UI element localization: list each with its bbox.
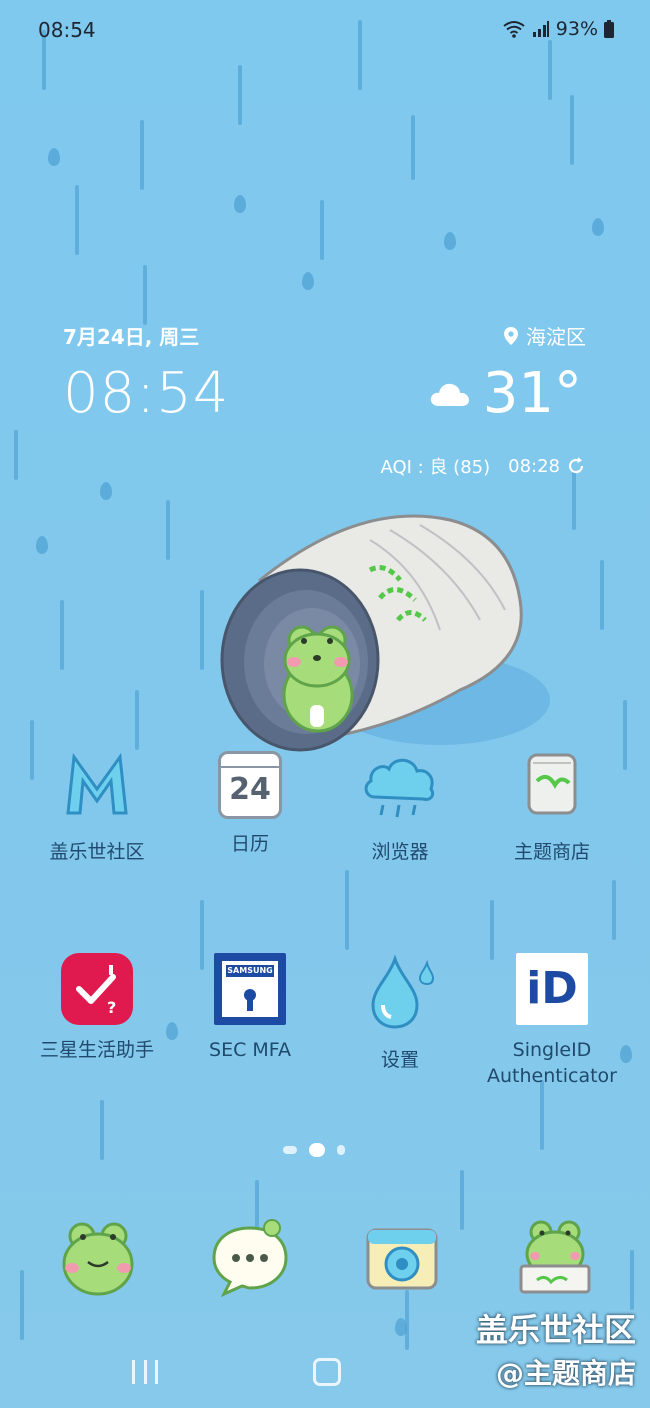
- app-browser[interactable]: 浏览器: [330, 745, 470, 865]
- cloud-browser-icon: [364, 758, 435, 818]
- frog-messages-icon[interactable]: [210, 1218, 290, 1298]
- recent-apps-button[interactable]: [132, 1360, 158, 1384]
- status-time: 08:54: [38, 18, 96, 42]
- cloud-icon: [430, 383, 469, 406]
- rain-streak: [600, 560, 604, 630]
- app-galaxy-community[interactable]: 盖乐世社区: [27, 745, 167, 865]
- raindrop: [234, 195, 246, 213]
- status-bar: 08:54 93%: [0, 0, 650, 60]
- svg-text:?: ?: [107, 998, 116, 1017]
- rain-streak: [623, 700, 627, 770]
- page-indicator[interactable]: [283, 1143, 345, 1157]
- community-m-icon: [66, 752, 128, 815]
- updated-time: 08:28: [508, 455, 560, 477]
- raindrop: [302, 272, 314, 290]
- rain-streak: [20, 1270, 24, 1340]
- raindrop: [48, 148, 60, 166]
- app-singleid-authenticator[interactable]: iD SingleID Authenticator: [482, 953, 622, 1089]
- app-label: 主题商店: [513, 841, 590, 863]
- widget-location[interactable]: 海淀区: [504, 321, 586, 350]
- watermark-subtitle: @主题商店: [495, 1357, 636, 1390]
- rain-streak: [540, 1080, 544, 1150]
- rain-streak: [200, 590, 204, 670]
- frog-drawing: [282, 625, 354, 733]
- rain-streak: [630, 1250, 634, 1310]
- rain-streak: [14, 430, 18, 480]
- rain-streak: [570, 95, 574, 165]
- brand-label: iD: [526, 963, 578, 1014]
- wifi-icon: [503, 21, 525, 38]
- app-label: SingleID Authenticator: [487, 1039, 617, 1087]
- app-label: 日历: [230, 833, 269, 855]
- frog-gallery-icon[interactable]: [515, 1218, 595, 1298]
- widget-clock[interactable]: 08:54: [63, 361, 229, 426]
- status-icons: 93%: [502, 18, 614, 40]
- raindrop: [444, 232, 456, 250]
- sec-mfa-icon: SAMSUNG: [214, 953, 286, 1025]
- app-label: SEC MFA: [209, 1039, 291, 1061]
- widget-aqi-row: AQI : 良 (85) 08:28: [380, 453, 586, 479]
- page-dot[interactable]: [337, 1145, 345, 1155]
- app-label: 盖乐世社区: [49, 841, 145, 863]
- water-drop-settings-icon: [371, 954, 435, 1029]
- home-button[interactable]: [313, 1358, 341, 1386]
- raindrop: [36, 536, 48, 554]
- calendar-icon: 24: [218, 751, 282, 819]
- theme-store-icon: [527, 753, 577, 815]
- location-pin-icon: [504, 326, 518, 345]
- rain-streak: [140, 120, 144, 190]
- calendar-day: 24: [229, 772, 271, 807]
- rain-streak: [490, 900, 494, 960]
- battery-icon: [604, 20, 614, 38]
- raindrop: [395, 1318, 407, 1336]
- rain-streak: [60, 600, 64, 670]
- camera-icon[interactable]: [362, 1218, 442, 1298]
- app-calendar[interactable]: 24 日历: [180, 745, 320, 857]
- rain-streak: [320, 200, 324, 260]
- battery-percent: 93%: [555, 18, 598, 40]
- rain-streak: [405, 1290, 409, 1350]
- rain-streak: [411, 115, 415, 180]
- location-label: 海淀区: [526, 325, 586, 349]
- rain-streak: [238, 65, 242, 125]
- app-label: 三星生活助手: [39, 1039, 154, 1061]
- widget-temperature[interactable]: 31°: [429, 361, 582, 426]
- app-sec-mfa[interactable]: SAMSUNG SEC MFA: [180, 953, 320, 1063]
- page-dot-current-frog[interactable]: [309, 1143, 325, 1157]
- app-samsung-assistant[interactable]: ? 三星生活助手: [27, 953, 167, 1063]
- rain-streak: [75, 185, 79, 255]
- signal-icon: [532, 21, 549, 37]
- page-dot[interactable]: [283, 1146, 297, 1154]
- rain-streak: [345, 870, 349, 950]
- temperature-value: 31°: [482, 361, 582, 426]
- raindrop: [592, 218, 604, 236]
- raindrop: [166, 1022, 178, 1040]
- watermark-title: 盖乐世社区: [475, 1311, 636, 1349]
- app-theme-store[interactable]: 主题商店: [482, 745, 622, 865]
- refresh-icon[interactable]: [566, 456, 586, 476]
- frog-phone-icon[interactable]: [58, 1218, 138, 1298]
- singleid-icon: iD: [516, 953, 588, 1025]
- rain-streak: [460, 1170, 464, 1230]
- weather-widget[interactable]: 7月24日, 周三 08:54 海淀区 31° AQI : 良 (85) 08:…: [60, 315, 590, 485]
- rain-streak: [166, 500, 170, 560]
- widget-date: 7月24日, 周三: [63, 325, 200, 349]
- rain-streak: [100, 1100, 104, 1160]
- rain-streak: [135, 690, 139, 750]
- samsung-assistant-icon: ?: [61, 953, 133, 1025]
- app-settings[interactable]: 设置: [330, 953, 470, 1073]
- brand-label: SAMSUNG: [226, 965, 274, 977]
- frog-pipe-illustration: [220, 514, 550, 752]
- rain-streak: [612, 880, 616, 940]
- app-label: 浏览器: [371, 841, 429, 863]
- app-label: 设置: [380, 1049, 419, 1071]
- aqi-value: AQI : 良 (85): [380, 457, 491, 478]
